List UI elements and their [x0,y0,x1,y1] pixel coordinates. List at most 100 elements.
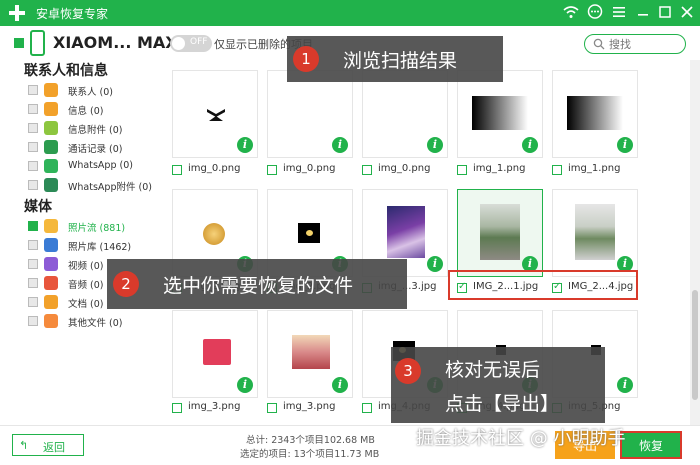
sidebar-item[interactable]: WhatsApp (0) [28,158,163,174]
toggle-knob [172,37,185,50]
info-icon[interactable]: i [522,137,538,153]
file-name: img_0.png [283,163,336,174]
file-name-row[interactable]: img_1.png [552,163,642,177]
file-name: img_1.png [568,163,621,174]
total-items-text: 总计: 2343个项目102.68 MB [246,435,375,446]
info-icon[interactable]: i [427,256,443,272]
photo-card[interactable]: i [172,310,258,398]
chat-icon[interactable] [586,3,604,21]
info-icon[interactable]: i [237,137,253,153]
file-name-row[interactable]: img_0.png [362,163,452,177]
info-icon[interactable]: i [237,377,253,393]
file-checkbox[interactable] [457,165,467,175]
photo-card[interactable]: i [267,70,353,158]
device-checkbox[interactable] [14,38,24,48]
thumbnail-image [203,339,231,365]
step-number-badge: 3 [395,358,421,384]
thumbnail-image [292,335,330,369]
grid-scrollbar[interactable] [690,60,700,425]
thumbnail-image [567,96,623,130]
section-contacts-messages: 联系人和信息 [24,63,108,79]
sidebar-item-checkbox[interactable] [28,221,38,231]
message-icon [44,102,58,116]
photo-card[interactable]: i [362,70,448,158]
file-checkbox[interactable] [172,165,182,175]
photo-card[interactable]: i [552,189,638,277]
scrollbar-thumb[interactable] [692,290,698,400]
search-input[interactable] [609,37,681,51]
sidebar-item[interactable]: 信息附件 (0) [28,120,163,136]
sidebar-item[interactable]: 通话记录 (0) [28,139,163,155]
thumbnail-image [203,223,225,245]
close-icon[interactable] [678,3,696,21]
watermark: 掘金技术社区 @ 小明助手 [416,428,626,449]
show-deleted-toggle[interactable]: OFF [170,35,212,52]
sidebar-item-checkbox[interactable] [28,85,38,95]
title-bar: 安卓恢复专家 [0,0,700,26]
search-box[interactable] [584,34,686,54]
sidebar-item-label: 文档 (0) [68,299,104,310]
file-name-row[interactable]: img_0.png [267,163,357,177]
info-icon[interactable]: i [332,377,348,393]
sidebar-item-label: WhatsApp附件 (0) [68,182,152,193]
sidebar-item[interactable]: WhatsApp附件 (0) [28,177,163,193]
sidebar-item-checkbox[interactable] [28,123,38,133]
sidebar-item-checkbox[interactable] [28,240,38,250]
photo-card[interactable]: i [267,310,353,398]
sidebar-item[interactable]: 联系人 (0) [28,82,163,98]
sidebar-item[interactable]: 信息 (0) [28,101,163,117]
file-checkbox[interactable] [362,403,372,413]
back-button-label: 返回 [43,441,65,454]
maximize-icon[interactable] [656,3,674,21]
app-logo-icon [9,5,25,21]
photo-card[interactable]: i [172,70,258,158]
file-checkbox[interactable] [552,165,562,175]
sidebar-item[interactable]: 其他文件 (0) [28,313,163,329]
audio-icon [44,276,58,290]
sidebar-item-checkbox[interactable] [28,297,38,307]
file-name-row[interactable]: img_3.png [172,401,262,415]
callout-step-1: 1 浏览扫描结果 [287,36,503,82]
sidebar-item-checkbox[interactable] [28,259,38,269]
device-name: XIAOM... MAX) [53,33,185,52]
sidebar-item-label: WhatsApp (0) [68,160,133,171]
file-name-row[interactable]: img_3.png [267,401,357,415]
contacts-icon [44,83,58,97]
sidebar-item[interactable]: 照片库 (1462) [28,237,163,253]
whatsapp-icon [44,159,58,173]
photo-card[interactable]: i [457,189,543,277]
sidebar-item-checkbox[interactable] [28,180,38,190]
info-icon[interactable]: i [332,137,348,153]
sidebar-item-checkbox[interactable] [28,104,38,114]
sidebar-item-label: 信息 (0) [68,106,104,117]
sidebar-item-checkbox[interactable] [28,161,38,171]
minimize-icon[interactable] [634,3,652,21]
info-icon[interactable]: i [617,137,633,153]
file-checkbox[interactable] [267,403,277,413]
file-checkbox[interactable] [362,165,372,175]
thumbnail-image [472,96,528,130]
file-name-row[interactable]: img_0.png [172,163,262,177]
selected-files-highlight [448,270,638,300]
menu-icon[interactable] [610,3,628,21]
file-checkbox[interactable] [172,403,182,413]
sidebar-item-checkbox[interactable] [28,142,38,152]
file-checkbox[interactable] [267,165,277,175]
photo-card[interactable]: i [552,70,638,158]
sidebar-item[interactable]: 照片流 (881) [28,218,163,234]
file-name: img_0.png [378,163,431,174]
info-icon[interactable]: i [617,377,633,393]
file-name-row[interactable]: img_1.png [457,163,547,177]
file-name: img_0.png [188,163,241,174]
file-name: img_1.png [473,163,526,174]
sidebar-item-checkbox[interactable] [28,278,38,288]
recover-button[interactable]: 恢复 [620,431,682,459]
back-button[interactable]: ↰ 返回 [12,434,84,456]
selected-items-text: 选定的项目: 13个项目11.73 MB [240,449,380,460]
wifi-icon[interactable] [562,3,580,21]
info-icon[interactable]: i [427,137,443,153]
thumbnail-image [306,230,313,236]
back-arrow-icon: ↰ [19,439,29,452]
sidebar-item-checkbox[interactable] [28,316,38,326]
photo-card[interactable]: i [457,70,543,158]
